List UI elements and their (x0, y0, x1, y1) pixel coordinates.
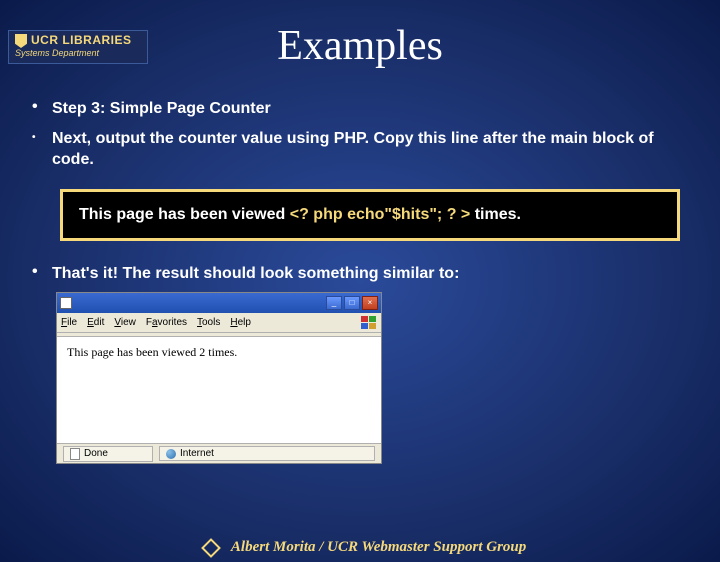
browser-window-mock: _ □ × File Edit View Favorites Tools Hel… (56, 292, 382, 464)
browser-statusbar: Done Internet (57, 443, 381, 463)
minimize-button[interactable]: _ (326, 296, 342, 310)
footer-text: Albert Morita / UCR Webmaster Support Gr… (231, 539, 526, 555)
menu-edit[interactable]: Edit (87, 317, 104, 328)
status-done-pane: Done (63, 446, 153, 462)
bullet-instruction: • Next, output the counter value using P… (32, 128, 688, 171)
menu-favorites[interactable]: Favorites (146, 317, 187, 328)
maximize-button[interactable]: □ (344, 296, 360, 310)
browser-menubar: File Edit View Favorites Tools Help (57, 313, 381, 333)
windows-flag-icon (361, 316, 377, 330)
bullet-step: • Step 3: Simple Page Counter (32, 98, 688, 120)
menu-file[interactable]: File (61, 317, 77, 328)
code-suffix: times. (470, 206, 521, 223)
code-php-snippet: <? php echo"$hits"; ? > (290, 206, 471, 223)
bullet-instruction-text: Next, output the counter value using PHP… (52, 128, 688, 171)
code-prefix: This page has been viewed (79, 206, 290, 223)
shield-icon (15, 34, 27, 48)
diamond-icon (201, 538, 221, 558)
logo-main-text: UCR LIBRARIES (31, 33, 132, 47)
close-button[interactable]: × (362, 296, 378, 310)
logo-sub-text: Systems Department (15, 49, 141, 59)
slide-footer: Albert Morita / UCR Webmaster Support Gr… (0, 539, 720, 556)
browser-titlebar: _ □ × (57, 293, 381, 313)
status-zone-pane: Internet (159, 446, 375, 461)
bullet-result: • That's it! The result should look some… (32, 263, 688, 285)
internet-icon (166, 449, 176, 459)
bullet-result-text: That's it! The result should look someth… (52, 263, 688, 285)
status-zone-text: Internet (180, 448, 214, 459)
menu-help[interactable]: Help (230, 317, 251, 328)
code-example-box: This page has been viewed <? php echo"$h… (60, 189, 680, 241)
menu-view[interactable]: View (114, 317, 136, 328)
document-icon (70, 448, 80, 460)
status-done-text: Done (84, 448, 108, 459)
ucr-libraries-logo: UCR LIBRARIES Systems Department (8, 30, 148, 64)
browser-body-text: This page has been viewed 2 times. (67, 345, 237, 359)
page-icon (60, 297, 72, 309)
browser-body: This page has been viewed 2 times. (57, 337, 381, 443)
bullet-step-text: Step 3: Simple Page Counter (52, 98, 688, 120)
menu-tools[interactable]: Tools (197, 317, 220, 328)
